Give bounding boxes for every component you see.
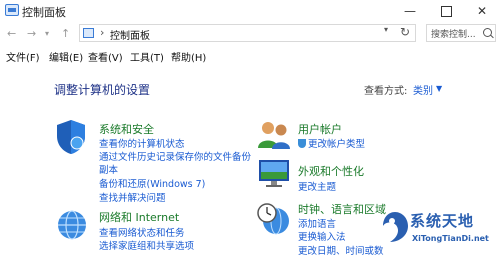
control-panel-icon	[5, 4, 19, 16]
link-change-account-type[interactable]: 更改帐户类型	[298, 136, 365, 150]
menu-bar: 文件(F) 编辑(E) 查看(V) 工具(T) 帮助(H)	[0, 47, 500, 65]
link-change-input-method[interactable]: 更换输入法	[298, 229, 346, 243]
link-troubleshoot[interactable]: 查找并解决问题	[99, 190, 166, 204]
uac-shield-icon	[298, 139, 306, 148]
link-homegroup-sharing[interactable]: 选择家庭组和共享选项	[99, 238, 194, 252]
up-button[interactable]: ↑	[61, 27, 70, 40]
category-appearance-personalization[interactable]: 外观和个性化	[298, 163, 364, 179]
link-change-date-time[interactable]: 更改日期、时间或数	[298, 243, 384, 257]
menu-edit[interactable]: 编辑(E)	[49, 49, 83, 64]
maximize-button[interactable]	[428, 0, 464, 22]
link-network-status[interactable]: 查看网络状态和任务	[99, 225, 185, 239]
category-network-internet[interactable]: 网络和 Internet	[99, 209, 179, 225]
link-file-history-backup-cont[interactable]: 副本	[99, 162, 118, 176]
category-user-accounts[interactable]: 用户帐户	[298, 121, 342, 137]
globe-network-icon[interactable]	[55, 208, 89, 242]
back-button[interactable]: ←	[7, 27, 16, 40]
breadcrumb-control-panel[interactable]: 控制面板	[110, 27, 150, 42]
view-by-label: 查看方式:	[364, 86, 408, 97]
title-bar: 控制面板 — ✕	[0, 0, 500, 22]
search-placeholder: 搜索控制...	[431, 30, 476, 40]
window-title: 控制面板	[22, 6, 66, 19]
breadcrumb-separator: ›	[100, 26, 105, 39]
menu-view[interactable]: 查看(V)	[88, 49, 123, 64]
users-icon[interactable]	[256, 120, 292, 150]
address-field[interactable]: › 控制面板	[79, 24, 416, 42]
link-change-theme[interactable]: 更改主题	[298, 179, 336, 193]
page-title: 调整计算机的设置	[54, 83, 151, 97]
search-input[interactable]: 搜索控制...	[426, 24, 496, 42]
link-file-history-backup[interactable]: 通过文件历史记录保存你的文件备份	[99, 149, 251, 163]
link-view-computer-status[interactable]: 查看你的计算机状态	[99, 136, 185, 150]
link-backup-restore[interactable]: 备份和还原(Windows 7)	[99, 176, 205, 190]
link-add-language[interactable]: 添加语言	[298, 216, 336, 230]
watermark-url: XiTongTianDi.net	[412, 234, 489, 243]
watermark-logo-icon	[383, 212, 408, 242]
view-by-select[interactable]: 类别	[413, 82, 433, 97]
chevron-down-icon[interactable]: ▼	[436, 84, 442, 93]
watermark-text: 系统天地	[410, 212, 475, 230]
menu-tools[interactable]: 工具(T)	[130, 49, 164, 64]
link-label: 更改帐户类型	[308, 139, 366, 150]
clock-globe-icon[interactable]	[256, 201, 290, 237]
category-system-security[interactable]: 系统和安全	[99, 121, 154, 137]
site-watermark: 系统天地 XiTongTianDi.net	[378, 206, 500, 254]
monitor-icon[interactable]	[256, 158, 292, 190]
category-clock-language-region[interactable]: 时钟、语言和区域	[298, 201, 386, 217]
shield-icon[interactable]	[53, 118, 89, 156]
menu-file[interactable]: 文件(F)	[6, 49, 40, 64]
refresh-button[interactable]: ↻	[400, 25, 410, 39]
forward-button[interactable]: →	[27, 27, 36, 40]
navigation-bar: ← → ▾ ↑ › 控制面板	[0, 22, 500, 46]
address-dropdown-button[interactable]: ▾	[384, 25, 388, 34]
maximize-icon	[440, 6, 452, 17]
close-button[interactable]: ✕	[464, 0, 500, 22]
search-icon[interactable]	[483, 28, 492, 37]
menu-help[interactable]: 帮助(H)	[171, 49, 206, 64]
control-panel-icon	[83, 28, 94, 38]
minimize-button[interactable]: —	[392, 0, 428, 22]
recent-locations-button[interactable]: ▾	[45, 29, 49, 38]
